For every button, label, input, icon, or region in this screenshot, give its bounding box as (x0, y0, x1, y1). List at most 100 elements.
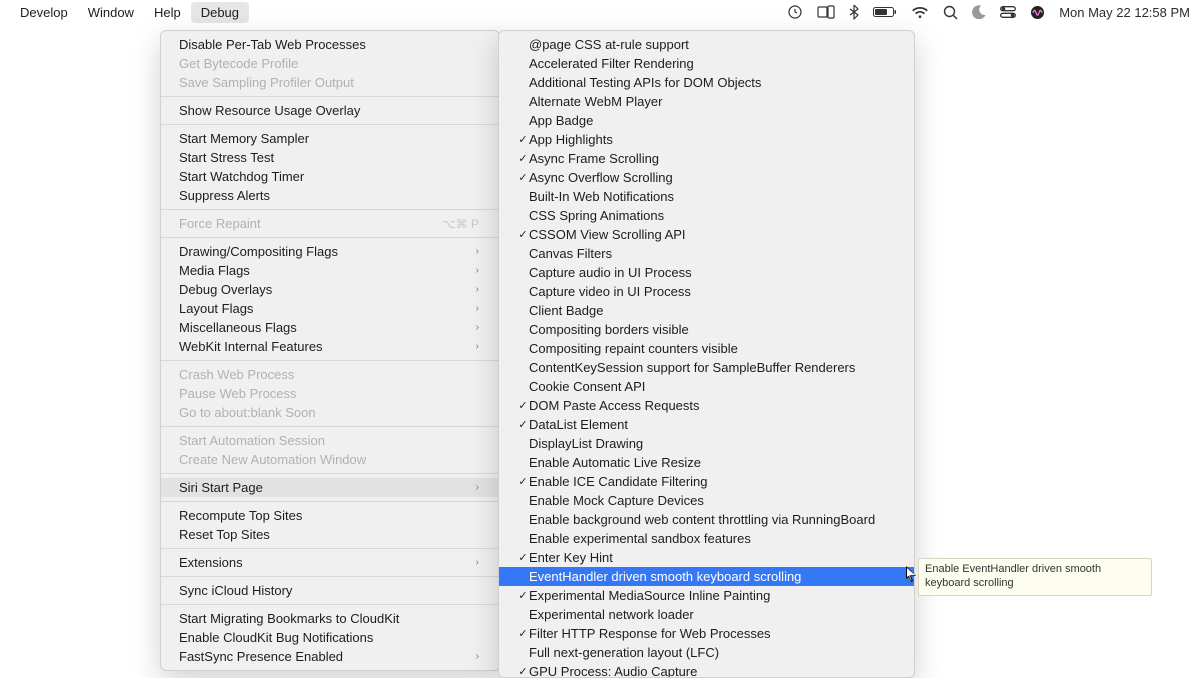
submenu-item[interactable]: Canvas Filters (499, 244, 914, 263)
menu-item[interactable]: Sync iCloud History (161, 581, 499, 600)
submenu-item[interactable]: ✓DataList Element (499, 415, 914, 434)
submenu-item[interactable]: ✓App Highlights (499, 130, 914, 149)
menu-item[interactable]: Start Memory Sampler (161, 129, 499, 148)
submenu-item[interactable]: Experimental network loader (499, 605, 914, 624)
menu-separator (161, 604, 499, 605)
siri-icon[interactable] (1030, 5, 1045, 20)
submenu-item-label: Additional Testing APIs for DOM Objects (529, 75, 894, 90)
submenu-item[interactable]: Enable Automatic Live Resize (499, 453, 914, 472)
sidecar-icon[interactable] (817, 5, 835, 19)
submenu-item-label: Filter HTTP Response for Web Processes (529, 626, 894, 641)
submenu-item-label: DOM Paste Access Requests (529, 398, 894, 413)
menubar-item-window[interactable]: Window (78, 2, 144, 23)
menu-separator (161, 96, 499, 97)
menu-item-label: Sync iCloud History (179, 583, 479, 598)
menu-item-label: Crash Web Process (179, 367, 479, 382)
webkit-internal-features-submenu: @page CSS at-rule supportAccelerated Fil… (498, 30, 915, 678)
chevron-right-icon: › (471, 651, 479, 662)
menu-item[interactable]: Drawing/Compositing Flags› (161, 242, 499, 261)
submenu-item[interactable]: Client Badge (499, 301, 914, 320)
menu-item[interactable]: Debug Overlays› (161, 280, 499, 299)
submenu-item[interactable]: ✓Filter HTTP Response for Web Processes (499, 624, 914, 643)
menu-item[interactable]: Start Stress Test (161, 148, 499, 167)
submenu-item[interactable]: DisplayList Drawing (499, 434, 914, 453)
submenu-item[interactable]: Accelerated Filter Rendering (499, 54, 914, 73)
submenu-item[interactable]: Built-In Web Notifications (499, 187, 914, 206)
chevron-right-icon: › (471, 322, 479, 333)
menu-item[interactable]: Media Flags› (161, 261, 499, 280)
submenu-item[interactable]: Capture audio in UI Process (499, 263, 914, 282)
menu-item[interactable]: Start Migrating Bookmarks to CloudKit (161, 609, 499, 628)
menu-item[interactable]: Disable Per-Tab Web Processes (161, 35, 499, 54)
wifi-icon[interactable] (911, 6, 929, 19)
submenu-item[interactable]: ✓Enter Key Hint (499, 548, 914, 567)
submenu-item[interactable]: Compositing repaint counters visible (499, 339, 914, 358)
submenu-item[interactable]: Additional Testing APIs for DOM Objects (499, 73, 914, 92)
submenu-item[interactable]: ✓GPU Process: Audio Capture (499, 662, 914, 678)
menu-item: Create New Automation Window (161, 450, 499, 469)
menubar-clock[interactable]: Mon May 22 12:58 PM (1059, 5, 1190, 20)
submenu-item[interactable]: Cookie Consent API (499, 377, 914, 396)
submenu-item-label: Built-In Web Notifications (529, 189, 894, 204)
checkmark-icon: ✓ (517, 665, 529, 678)
menu-item: Crash Web Process (161, 365, 499, 384)
checkmark-icon: ✓ (517, 171, 529, 184)
submenu-item[interactable]: Enable background web content throttling… (499, 510, 914, 529)
do-not-disturb-icon[interactable] (972, 5, 986, 19)
menu-item[interactable]: Reset Top Sites (161, 525, 499, 544)
timemachine-icon[interactable] (787, 4, 803, 20)
menubar-item-debug[interactable]: Debug (191, 2, 249, 23)
submenu-item[interactable]: ✓DOM Paste Access Requests (499, 396, 914, 415)
submenu-item[interactable]: Enable Mock Capture Devices (499, 491, 914, 510)
menu-item[interactable]: Enable CloudKit Bug Notifications (161, 628, 499, 647)
menu-item[interactable]: Miscellaneous Flags› (161, 318, 499, 337)
menu-item[interactable]: Siri Start Page› (161, 478, 499, 497)
menu-item[interactable]: WebKit Internal Features› (161, 337, 499, 356)
submenu-item[interactable]: Capture video in UI Process (499, 282, 914, 301)
menu-item[interactable]: Start Watchdog Timer (161, 167, 499, 186)
submenu-item[interactable]: ✓Async Frame Scrolling (499, 149, 914, 168)
control-center-icon[interactable] (1000, 6, 1016, 18)
submenu-item[interactable]: CSS Spring Animations (499, 206, 914, 225)
submenu-item-label: DisplayList Drawing (529, 436, 894, 451)
search-icon[interactable] (943, 5, 958, 20)
submenu-item[interactable]: Full next-generation layout (LFC) (499, 643, 914, 662)
menu-item: Pause Web Process (161, 384, 499, 403)
chevron-right-icon: › (471, 482, 479, 493)
submenu-item-label: Cookie Consent API (529, 379, 894, 394)
submenu-item[interactable]: ✓Async Overflow Scrolling (499, 168, 914, 187)
submenu-item-label: Full next-generation layout (LFC) (529, 645, 894, 660)
menu-separator (161, 576, 499, 577)
menu-separator (161, 473, 499, 474)
submenu-item-label: Compositing borders visible (529, 322, 894, 337)
battery-icon[interactable] (873, 6, 897, 18)
submenu-item[interactable]: ✓Experimental MediaSource Inline Paintin… (499, 586, 914, 605)
menu-item[interactable]: FastSync Presence Enabled› (161, 647, 499, 666)
submenu-item-label: Capture audio in UI Process (529, 265, 894, 280)
submenu-item-label: GPU Process: Audio Capture (529, 664, 894, 678)
submenu-item[interactable]: ✓CSSOM View Scrolling API (499, 225, 914, 244)
bluetooth-icon[interactable] (849, 4, 859, 20)
menu-item[interactable]: Show Resource Usage Overlay (161, 101, 499, 120)
submenu-item[interactable]: Alternate WebM Player (499, 92, 914, 111)
submenu-item[interactable]: App Badge (499, 111, 914, 130)
menu-separator (161, 237, 499, 238)
menu-item[interactable]: Layout Flags› (161, 299, 499, 318)
checkmark-icon: ✓ (517, 228, 529, 241)
menu-item: Get Bytecode Profile (161, 54, 499, 73)
menu-separator (161, 426, 499, 427)
submenu-item[interactable]: ContentKeySession support for SampleBuff… (499, 358, 914, 377)
menu-item-label: Go to about:blank Soon (179, 405, 479, 420)
menubar-item-develop[interactable]: Develop (10, 2, 78, 23)
submenu-item[interactable]: @page CSS at-rule support (499, 35, 914, 54)
submenu-item[interactable]: ✓Enable ICE Candidate Filtering (499, 472, 914, 491)
menu-item[interactable]: Extensions› (161, 553, 499, 572)
menu-item[interactable]: Suppress Alerts (161, 186, 499, 205)
menu-item[interactable]: Recompute Top Sites (161, 506, 499, 525)
submenu-item[interactable]: EventHandler driven smooth keyboard scro… (499, 567, 914, 586)
menu-item: Save Sampling Profiler Output (161, 73, 499, 92)
menubar-item-help[interactable]: Help (144, 2, 191, 23)
submenu-item-label: CSS Spring Animations (529, 208, 894, 223)
submenu-item[interactable]: Enable experimental sandbox features (499, 529, 914, 548)
submenu-item[interactable]: Compositing borders visible (499, 320, 914, 339)
